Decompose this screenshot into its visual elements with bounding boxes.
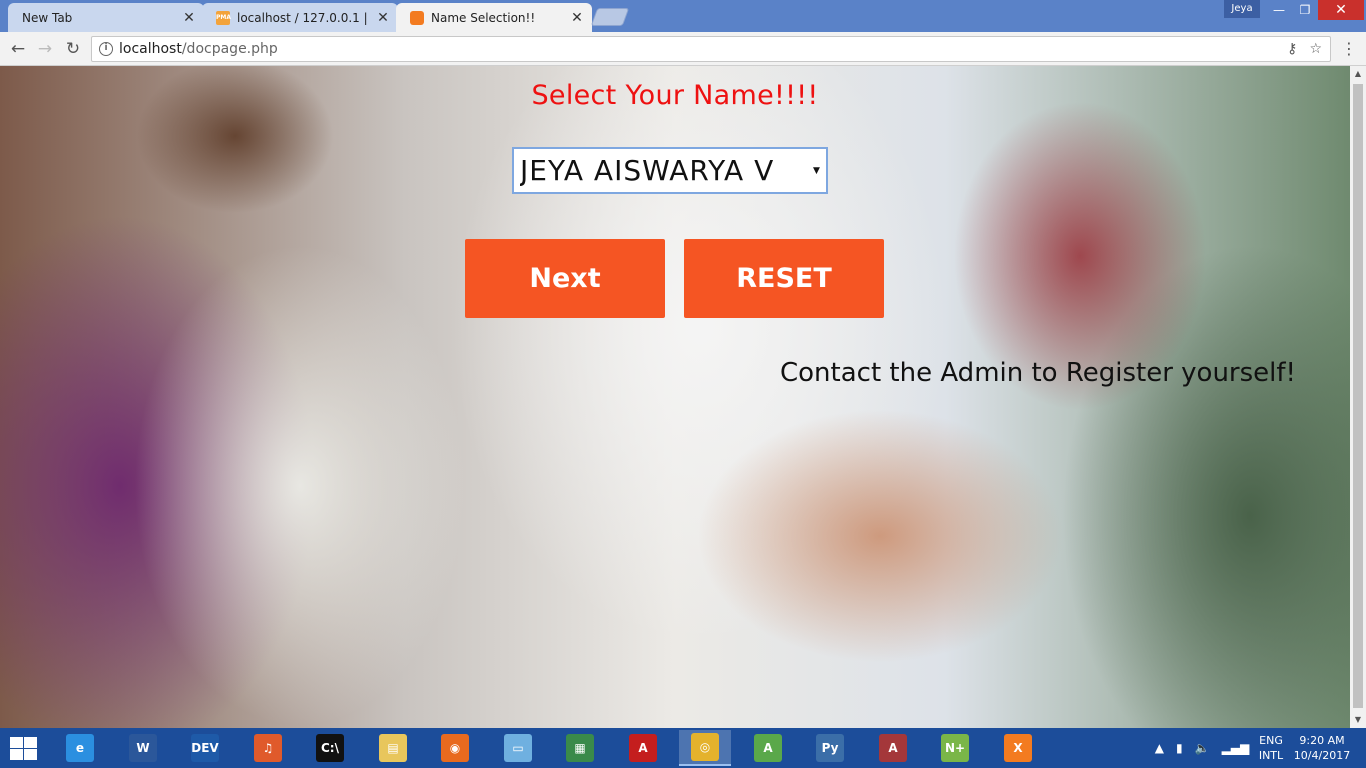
page-title: Select Your Name!!!! [531,80,819,111]
clock[interactable]: 9:20 AM 10/4/2017 [1292,728,1352,768]
clock-date: 10/4/2017 [1293,749,1351,762]
chevron-down-icon: ▼ [813,165,821,176]
tab-new-tab[interactable]: New Tab ✕ [8,3,204,32]
taskbar-app-word[interactable]: W [117,730,169,766]
info-icon[interactable]: i [99,42,113,56]
taskbar-app-adobe-reader[interactable]: A [617,730,669,766]
taskbar-app-command-prompt[interactable]: C:\ [304,730,356,766]
system-tray: ▲ ▮ 🔈 ▂▄▆ [1155,728,1250,768]
internet-explorer-icon: e [66,734,94,762]
taskbar: e W DEV ♫ C:\ ▤ ◉ ▭ ▦ A ◎ A Py A N+ X ▲ ▮ 🔈 ▂▄▆ ENG INT… [0,728,1366,768]
scroll-down-icon[interactable]: ▼ [1350,712,1366,728]
language-code: ENG [1259,734,1283,747]
back-arrow-icon[interactable]: ← [6,37,30,61]
url-path: /docpage.php [181,41,278,57]
taskbar-app-internet-explorer[interactable]: e [54,730,106,766]
chevron-up-icon[interactable]: ▲ [1155,741,1164,755]
taskbar-app-audio-player[interactable]: ♫ [242,730,294,766]
taskbar-app-file-explorer[interactable]: ▤ [367,730,419,766]
bookmark-star-icon[interactable]: ☆ [1309,41,1322,57]
keyboard-layout: INTL [1258,749,1284,762]
taskbar-app-notepad[interactable]: ▭ [492,730,544,766]
tab-name-selection[interactable]: Name Selection!! ✕ [396,3,592,32]
taskbar-app-chrome[interactable]: ◎ [679,730,731,766]
key-icon[interactable]: ⚷ [1287,41,1297,57]
profile-button[interactable]: Jeya [1224,0,1260,18]
next-button[interactable]: Next [465,239,665,318]
python-icon: Py [816,734,844,762]
scroll-thumb[interactable] [1353,84,1363,708]
phpmyadmin-icon: PMA [216,10,231,25]
tab-title: Name Selection!! [431,10,536,25]
taskbar-app-xampp[interactable]: X [992,730,1044,766]
xampp-icon [410,10,424,25]
name-select[interactable]: JEYA AISWARYA V ▼ [512,147,828,194]
tab-phpmyadmin[interactable]: PMA localhost / 127.0.0.1 | php ✕ [202,3,398,32]
taskbar-app-python[interactable]: Py [804,730,856,766]
url-host: localhost [119,41,182,57]
notepad-icon: ▭ [504,734,532,762]
devcpp-icon: DEV [191,734,219,762]
taskbar-app-devcpp[interactable]: DEV [179,730,231,766]
adobe-reader-icon: A [629,734,657,762]
access-icon: A [879,734,907,762]
clock-time: 9:20 AM [1299,734,1345,747]
reload-icon[interactable]: ↻ [61,37,85,61]
tab-title: localhost / 127.0.0.1 | php [237,10,370,25]
page-scrollbar[interactable]: ▲ ▼ [1350,66,1366,728]
scroll-up-icon[interactable]: ▲ [1350,66,1366,82]
close-icon[interactable]: ✕ [182,10,196,26]
xampp-icon: X [1004,734,1032,762]
close-icon[interactable]: ✕ [570,10,584,26]
restore-icon[interactable]: ❐ [1292,0,1318,20]
window-close-icon[interactable]: ✕ [1318,0,1364,20]
forward-arrow-icon[interactable]: → [33,37,57,61]
audio-player-icon: ♫ [254,734,282,762]
tab-title: New Tab [22,10,73,25]
minimize-icon[interactable]: — [1266,0,1292,20]
taskbar-app-firefox[interactable]: ◉ [429,730,481,766]
selected-name: JEYA AISWARYA V [520,154,775,187]
menu-icon[interactable]: ⋮ [1341,40,1357,58]
close-icon[interactable]: ✕ [376,10,390,26]
browser-titlebar: New Tab ✕ PMA localhost / 127.0.0.1 | ph… [0,0,1366,32]
volume-icon[interactable]: 🔈 [1195,741,1210,755]
taskbar-app-access[interactable]: A [867,730,919,766]
taskbar-app-tablet-app[interactable]: ▦ [554,730,606,766]
taskbar-app-android-studio[interactable]: A [742,730,794,766]
browser-toolbar: ← → ↻ i localhost /docpage.php ⚷ ☆ ⋮ [0,32,1366,66]
android-studio-icon: A [754,734,782,762]
word-icon: W [129,734,157,762]
new-tab-button[interactable] [590,8,630,26]
tablet-app-icon: ▦ [566,734,594,762]
notepad-plus-icon: N+ [941,734,969,762]
reset-button[interactable]: RESET [684,239,884,318]
battery-icon[interactable]: ▮ [1176,741,1183,755]
address-bar[interactable]: i localhost /docpage.php ⚷ ☆ [91,36,1331,62]
command-prompt-icon: C:\ [316,734,344,762]
windows-start-icon[interactable] [8,736,38,760]
firefox-icon: ◉ [441,734,469,762]
chrome-icon: ◎ [691,733,719,761]
contact-admin-message: Contact the Admin to Register yourself! [780,358,1296,388]
network-icon[interactable]: ▂▄▆ [1222,741,1250,755]
taskbar-app-notepad-plus[interactable]: N+ [929,730,981,766]
language-indicator[interactable]: ENG INTL [1254,728,1288,768]
file-explorer-icon: ▤ [379,734,407,762]
page-viewport: Select Your Name!!!! JEYA AISWARYA V ▼ N… [0,66,1350,728]
